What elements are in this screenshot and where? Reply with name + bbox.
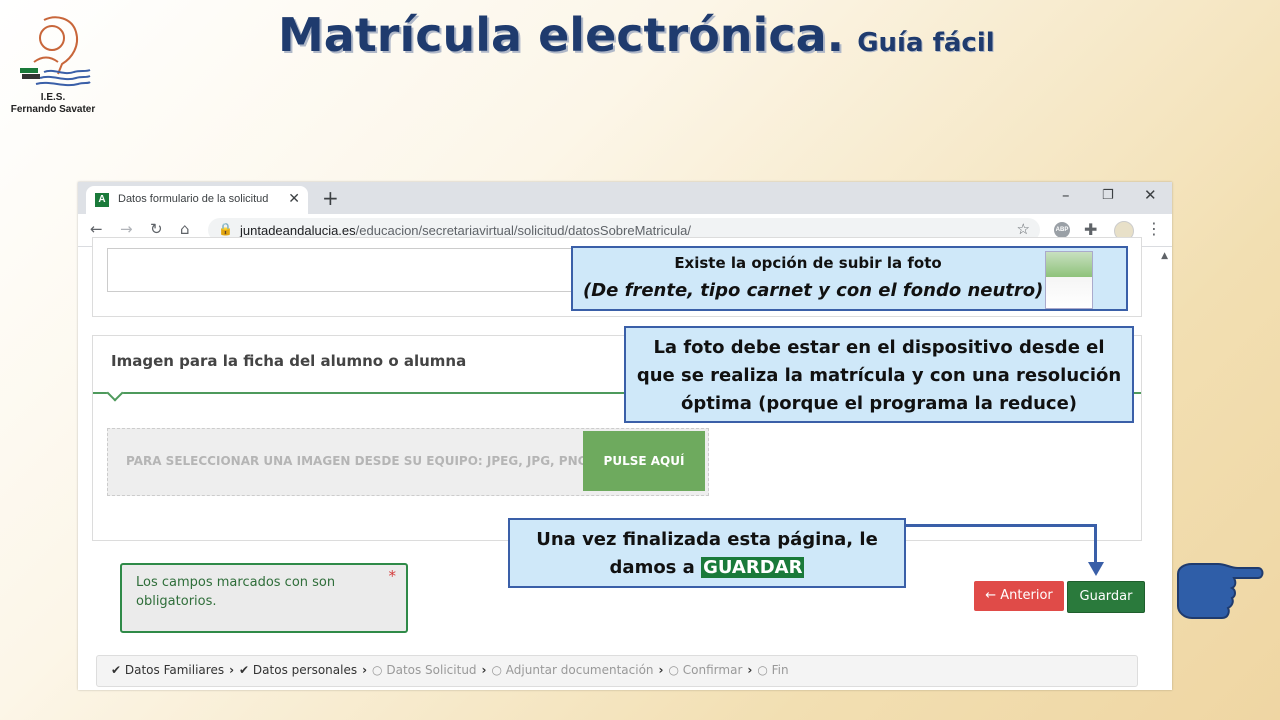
callout-photo-device: La foto debe estar en el dispositivo des… xyxy=(624,326,1134,423)
lock-icon: 🔒 xyxy=(218,222,233,236)
wizard-step[interactable]: ✔ Datos personales xyxy=(239,663,357,677)
image-section-title: Imagen para la ficha del alumno o alumna xyxy=(111,352,467,370)
school-logo-line1: I.E.S. xyxy=(40,92,66,103)
connector-line-vertical xyxy=(1094,524,1097,564)
scroll-up-icon[interactable]: ▲ xyxy=(1161,251,1168,261)
mascot-photo xyxy=(1045,251,1093,309)
reload-icon[interactable]: ↻ xyxy=(150,220,163,238)
tab-bar: A Datos formulario de la solicitud ✕ + –… xyxy=(78,182,1172,214)
school-logo-icon xyxy=(20,16,91,87)
wizard-step-label: Datos Solicitud xyxy=(386,663,477,677)
required-fields-note: Los campos marcados con * son obligatori… xyxy=(120,563,408,633)
step-separator-icon: › xyxy=(747,663,753,677)
url-path: /educacion/secretariavirtual/solicitud/d… xyxy=(355,223,691,238)
minimize-icon[interactable]: – xyxy=(1062,186,1070,204)
select-image-button[interactable]: PULSE AQUÍ xyxy=(583,431,705,491)
tab-close-icon[interactable]: ✕ xyxy=(288,191,300,207)
previous-button[interactable]: ← Anterior xyxy=(974,581,1064,611)
wizard-steps-list: ✔ Datos Familiares › ✔ Datos personales › ○ … xyxy=(111,663,789,677)
callout-photo-option-line2: (De frente, tipo carnet y con el fondo n… xyxy=(583,280,1044,301)
required-note-before: Los campos marcados con xyxy=(136,575,313,590)
save-button[interactable]: Guardar xyxy=(1067,581,1145,613)
empty-circle-icon: ○ xyxy=(491,663,506,677)
arrow-down-icon xyxy=(1088,562,1104,576)
school-logo: I.E.S. Fernando Savater xyxy=(8,12,98,122)
tab-title: Datos formulario de la solicitud xyxy=(118,193,269,205)
callout-photo-option-line1: Existe la opción de subir la foto xyxy=(674,254,942,272)
previous-button-label: Anterior xyxy=(1000,588,1053,603)
school-logo-line2: Fernando Savater xyxy=(10,104,96,115)
arrow-left-icon: ← xyxy=(985,588,997,603)
connector-line-horizontal xyxy=(906,524,1096,527)
wizard-step[interactable]: ○ Fin xyxy=(757,663,788,677)
empty-circle-icon: ○ xyxy=(668,663,683,677)
step-separator-icon: › xyxy=(481,663,487,677)
upload-placeholder: PARA SELECCIONAR UNA IMAGEN DESDE SU EQU… xyxy=(126,454,588,468)
empty-circle-icon: ○ xyxy=(372,663,387,677)
restore-icon[interactable]: ❐ xyxy=(1102,188,1114,203)
wizard-step-label: Datos personales xyxy=(252,663,358,677)
wizard-step[interactable]: ○ Confirmar xyxy=(669,663,743,677)
image-upload-dropzone[interactable]: PARA SELECCIONAR UNA IMAGEN DESDE SU EQU… xyxy=(107,428,709,496)
forward-icon[interactable]: → xyxy=(120,220,133,238)
wizard-step-label: Confirmar xyxy=(682,663,743,677)
home-icon[interactable]: ⌂ xyxy=(180,220,190,238)
step-separator-icon: › xyxy=(658,663,664,677)
wizard-steps: ✔ Datos Familiares › ✔ Datos personales › ○ … xyxy=(96,655,1138,687)
check-circle-icon: ✔ xyxy=(111,663,125,677)
slide-subtitle: Guía fácil xyxy=(857,28,995,58)
site-favicon-icon: A xyxy=(95,193,109,207)
page-content: ▲ Imagen para la ficha del alumno o alum… xyxy=(78,237,1172,690)
wizard-step[interactable]: ✔ Datos Familiares xyxy=(111,663,224,677)
new-tab-icon[interactable]: + xyxy=(322,186,339,210)
wizard-step[interactable]: ○ Datos Solicitud xyxy=(372,663,477,677)
callout-photo-option: Existe la opción de subir la foto (De fr… xyxy=(571,246,1128,311)
step-separator-icon: › xyxy=(362,663,368,677)
wizard-step[interactable]: ○ Adjuntar documentación xyxy=(492,663,654,677)
window-close-icon[interactable]: ✕ xyxy=(1144,186,1157,204)
url-text: juntadeandalucia.es/educacion/secretaria… xyxy=(240,223,691,238)
pointing-hand-icon xyxy=(1177,563,1264,619)
menu-kebab-icon[interactable]: ⋮ xyxy=(1146,219,1162,238)
callout-finish-highlight: GUARDAR xyxy=(701,557,805,578)
empty-circle-icon: ○ xyxy=(757,663,772,677)
tab-active[interactable]: A Datos formulario de la solicitud ✕ xyxy=(86,186,308,214)
url-host: juntadeandalucia.es xyxy=(240,223,356,238)
slide-title-main: Matrícula electrónica. xyxy=(278,8,845,62)
wizard-step-label: Datos Familiares xyxy=(124,663,225,677)
required-star: * xyxy=(388,567,397,585)
adblock-extension-icon[interactable]: ABP xyxy=(1054,222,1070,238)
bookmark-star-icon[interactable]: ☆ xyxy=(1017,220,1030,238)
wizard-step-label: Adjuntar documentación xyxy=(505,663,654,677)
section-notch xyxy=(106,384,124,402)
step-separator-icon: › xyxy=(229,663,235,677)
slide-title: Matrícula electrónica. Guía fácil xyxy=(278,8,995,62)
back-icon[interactable]: ← xyxy=(90,220,103,238)
check-circle-icon: ✔ xyxy=(239,663,253,677)
callout-finish: Una vez finalizada esta página, le damos… xyxy=(508,518,906,588)
wizard-step-label: Fin xyxy=(771,663,789,677)
